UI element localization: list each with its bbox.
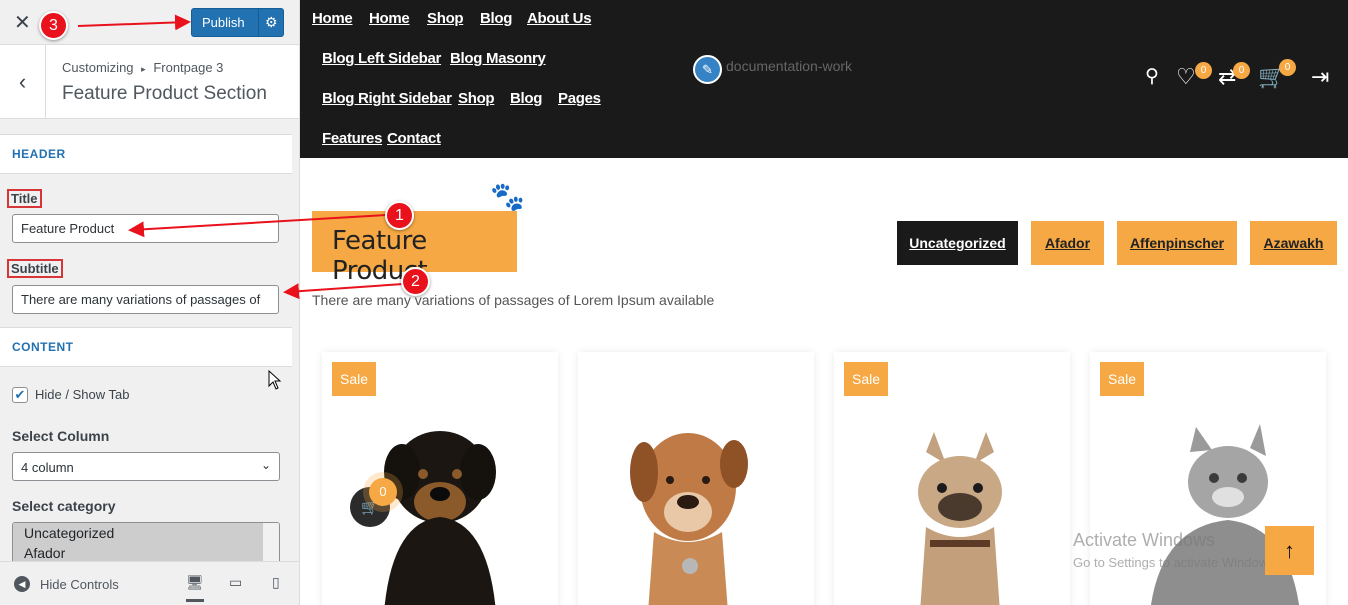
annotation-marker-3: 3: [39, 11, 68, 40]
annotation-marker-2: 2: [401, 267, 430, 296]
annotation-marker-1: 1: [385, 201, 414, 230]
annotation-arrow-3: [77, 14, 191, 31]
annotation-arrow-1: [128, 214, 387, 238]
annotation-arrow-2: [283, 283, 404, 300]
screen: ✕ Publish ⚙ ‹ Customizing ▸ Frontpage 3 …: [0, 0, 1348, 605]
annotation-arrows: [77, 14, 404, 300]
